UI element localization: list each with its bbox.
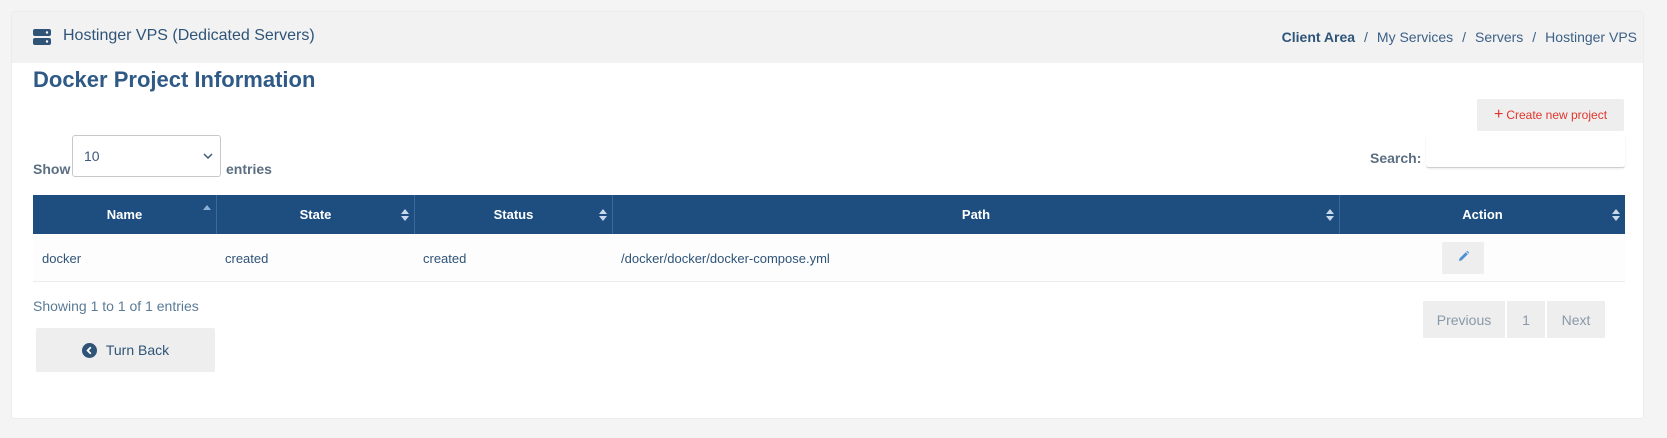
cell-path: /docker/docker/docker-compose.yml bbox=[621, 251, 830, 266]
pagination: Previous 1 Next bbox=[1423, 301, 1605, 338]
table-info: Showing 1 to 1 of 1 entries bbox=[33, 298, 199, 314]
cell-status: created bbox=[423, 251, 467, 266]
show-label: Show bbox=[33, 161, 71, 177]
search-input[interactable] bbox=[1426, 136, 1625, 168]
services-panel: Hostinger VPS (Dedicated Servers) Client… bbox=[11, 11, 1644, 419]
sort-both-icon bbox=[400, 207, 410, 223]
breadcrumb-my-services[interactable]: My Services bbox=[1377, 29, 1453, 45]
entries-label: entries bbox=[226, 161, 272, 177]
next-page-button[interactable]: Next bbox=[1547, 301, 1605, 338]
breadcrumb-client-area[interactable]: Client Area bbox=[1282, 29, 1355, 45]
breadcrumb: Client Area / My Services / Servers / Hostinge… bbox=[1281, 29, 1637, 45]
create-new-project-button[interactable]: + Create new project bbox=[1477, 99, 1624, 131]
sort-asc-icon bbox=[202, 203, 212, 219]
chevron-down-icon bbox=[202, 149, 214, 161]
column-header-status[interactable]: Status bbox=[415, 195, 612, 234]
column-action-label: Action bbox=[1462, 207, 1503, 222]
previous-page-button[interactable]: Previous bbox=[1423, 301, 1505, 338]
sort-both-icon bbox=[598, 207, 608, 223]
page-size-select[interactable]: 10 bbox=[72, 135, 221, 177]
pencil-icon bbox=[1457, 250, 1470, 266]
sort-both-icon bbox=[1325, 207, 1335, 223]
table-row: docker created created /docker/docker/do… bbox=[33, 234, 1625, 282]
turn-back-label: Turn Back bbox=[105, 342, 170, 358]
chevron-left-circle-icon bbox=[81, 342, 97, 358]
column-status-label: Status bbox=[493, 207, 534, 222]
edit-project-button[interactable] bbox=[1442, 242, 1484, 274]
cell-name: docker bbox=[42, 251, 82, 266]
column-state-label: State bbox=[299, 207, 332, 222]
table-header-row: Name State Status Path Action bbox=[33, 195, 1625, 234]
server-icon bbox=[33, 28, 51, 46]
cell-state: created bbox=[225, 251, 269, 266]
column-path-label: Path bbox=[961, 207, 991, 222]
projects-table: Name State Status Path Action docker cre… bbox=[33, 195, 1625, 283]
page-size-value: 10 bbox=[84, 148, 100, 164]
plus-icon: + bbox=[1493, 106, 1504, 123]
column-header-action[interactable]: Action bbox=[1340, 195, 1625, 234]
search-label: Search: bbox=[1370, 150, 1422, 166]
create-button-label: Create new project bbox=[1506, 108, 1608, 122]
header-title: Hostinger VPS (Dedicated Servers) bbox=[63, 27, 315, 44]
column-header-path[interactable]: Path bbox=[613, 195, 1339, 234]
column-name-label: Name bbox=[106, 207, 143, 222]
page-1-button[interactable]: 1 bbox=[1507, 301, 1545, 338]
turn-back-button[interactable]: Turn Back bbox=[36, 328, 215, 372]
sort-both-icon bbox=[1611, 207, 1621, 223]
page-title: Docker Project Information bbox=[33, 67, 316, 92]
column-header-state[interactable]: State bbox=[217, 195, 414, 234]
breadcrumb-current: Hostinger VPS bbox=[1545, 29, 1637, 45]
panel-header: Hostinger VPS (Dedicated Servers) Client… bbox=[12, 12, 1643, 63]
column-header-name[interactable]: Name bbox=[33, 195, 216, 234]
breadcrumb-servers[interactable]: Servers bbox=[1475, 29, 1523, 45]
